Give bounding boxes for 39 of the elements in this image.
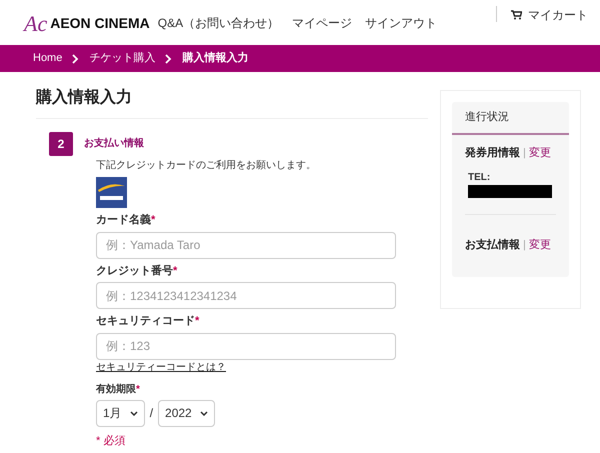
cart-link[interactable]: マイカート bbox=[511, 6, 588, 24]
current-page-label: 購入情報入力 bbox=[182, 50, 248, 66]
logo-text: AEON CINEMA bbox=[50, 14, 150, 33]
breadcrumb-link[interactable]: チケット購入 bbox=[89, 50, 156, 67]
change-link[interactable]: 変更 bbox=[528, 236, 551, 253]
page-title: 購入情報入力 bbox=[36, 86, 428, 119]
caret-icon bbox=[200, 410, 208, 416]
field-label: クレジット番号* bbox=[96, 264, 178, 278]
date-separator: / bbox=[150, 405, 154, 422]
nav-link[interactable]: Q&A（お問い合わせ） bbox=[158, 14, 280, 32]
field-label: セキュリティコード* bbox=[96, 314, 200, 329]
caret-icon bbox=[130, 410, 138, 416]
divider-text: | bbox=[523, 146, 526, 161]
cart-icon bbox=[511, 10, 522, 20]
select-field[interactable]: 2022 bbox=[158, 400, 215, 426]
section-title: お支払情報 bbox=[465, 238, 520, 252]
nav-link[interactable]: サインアウト bbox=[365, 14, 438, 32]
intro-text: 下記クレジットカードのご利用をお願いします。 bbox=[96, 158, 317, 173]
progress-title: 進行状況 bbox=[452, 102, 569, 135]
security-code-link[interactable]: セキュリティーコードとは？ bbox=[96, 360, 428, 374]
change-link[interactable]: 変更 bbox=[528, 145, 551, 162]
field-label: カード名義* bbox=[96, 212, 156, 228]
section-title: 発券用情報 bbox=[465, 146, 520, 161]
step-title: お支払い情報 bbox=[84, 136, 144, 151]
step-number: 2 bbox=[49, 132, 73, 156]
chevron-icon bbox=[165, 54, 172, 64]
card-logo-icon bbox=[96, 177, 127, 208]
detail-label: TEL: bbox=[468, 170, 492, 184]
input-field[interactable]: 例：123 bbox=[96, 332, 396, 360]
select-field[interactable]: 1月 bbox=[96, 400, 145, 426]
required-note: * 必須 bbox=[96, 434, 126, 448]
input-field[interactable]: 例：1234123412341234 bbox=[96, 282, 396, 309]
breadcrumb-link[interactable]: Home bbox=[33, 50, 62, 67]
divider-text: | bbox=[523, 238, 526, 252]
nav-link[interactable]: マイページ bbox=[292, 14, 352, 32]
input-field[interactable]: 例：Yamada Taro bbox=[96, 232, 396, 258]
chevron-icon bbox=[72, 54, 80, 64]
logo-mark: Ac bbox=[24, 12, 48, 34]
field-label: 有効期限* bbox=[96, 382, 141, 396]
